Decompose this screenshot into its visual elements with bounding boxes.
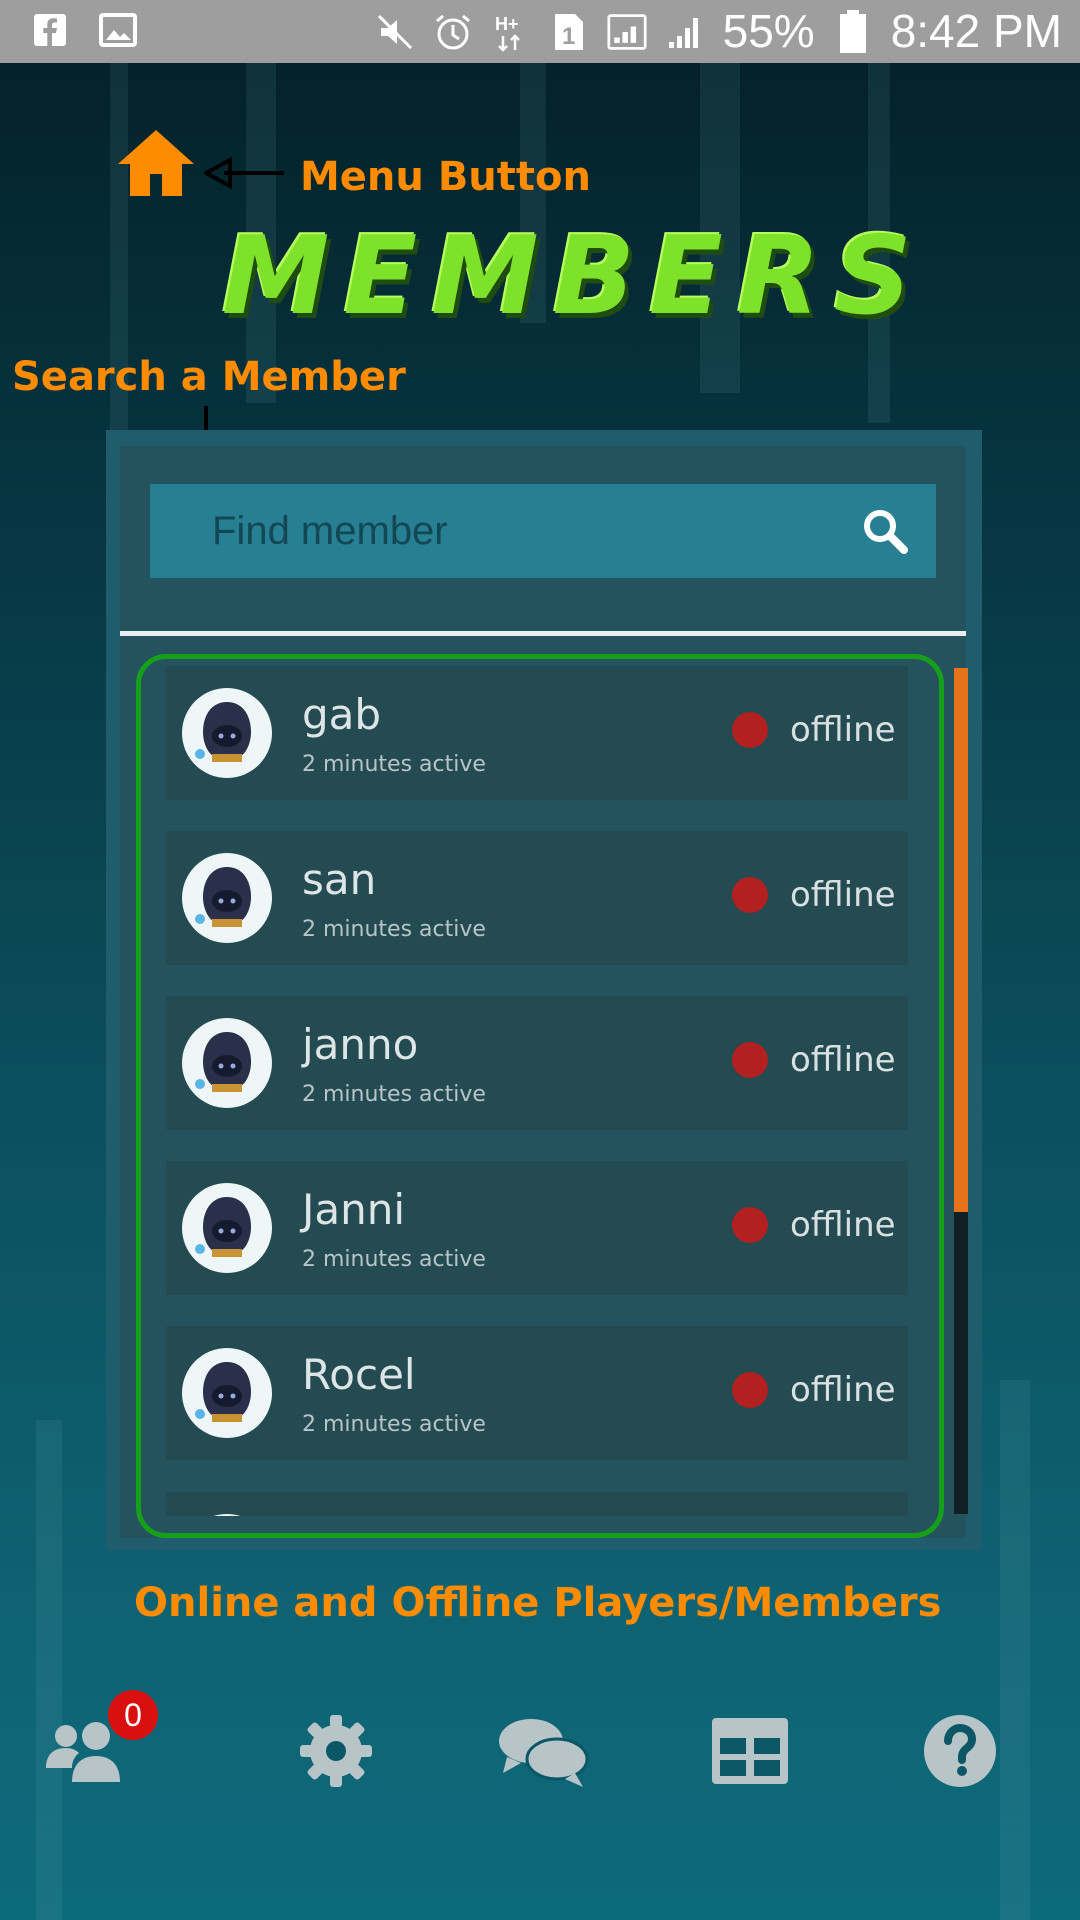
list-highlight-frame [136,654,944,1538]
gallery-icon [98,10,138,50]
home-menu-button[interactable] [116,126,196,198]
page-title: MEMBERS [222,214,926,339]
nav-help-button[interactable] [910,1706,1010,1796]
status-bar: H+ 1 55% 8:42 PM [0,0,1080,63]
mute-icon [375,12,415,52]
signal-bars-icon [665,12,705,52]
search-icon[interactable] [860,506,910,556]
search-bar [150,484,936,578]
nav-chat-button[interactable] [493,1706,593,1796]
clock: 8:42 PM [890,5,1062,57]
signal-icon [607,12,647,52]
battery-icon [833,9,873,53]
chat-icon [499,1719,589,1787]
search-annotation: Search a Member [12,354,406,400]
table-icon [712,1718,788,1784]
sim1-icon: 1 [549,12,589,52]
divider [120,631,966,636]
notification-badge: 0 [108,1690,158,1740]
battery-percent: 55% [722,5,815,57]
menu-button-annotation: Menu Button [300,154,591,200]
network-hplus-icon: H+ [491,12,531,52]
scrollbar-thumb[interactable] [954,668,968,1212]
home-icon [118,130,194,196]
search-input[interactable] [210,507,814,555]
nav-leaderboard-button[interactable] [700,1706,800,1796]
arrow-left-annotation [204,156,284,190]
list-annotation: Online and Offline Players/Members [134,1580,942,1626]
gear-icon [300,1715,372,1787]
nav-settings-button[interactable] [286,1706,386,1796]
alarm-icon [433,12,473,52]
svg-text:H+: H+ [495,14,519,34]
svg-text:1: 1 [562,23,575,50]
facebook-icon [30,10,70,50]
help-icon [924,1715,996,1787]
